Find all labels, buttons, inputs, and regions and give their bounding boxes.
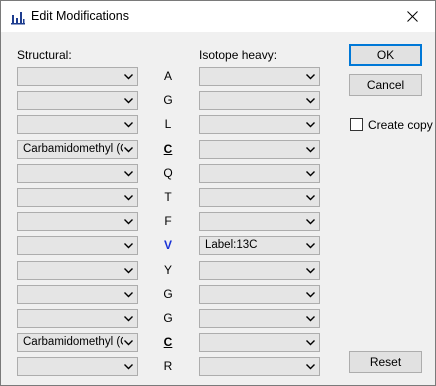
chevron-down-icon xyxy=(124,171,133,177)
structural-mod-select[interactable]: Carbamidomethyl (C) xyxy=(17,140,138,159)
edit-modifications-dialog: Edit Modifications Structural: Isotope h… xyxy=(0,0,436,386)
skyline-app-icon xyxy=(11,12,25,25)
structural-mod-value: Carbamidomethyl (C) xyxy=(23,143,123,155)
heavy-mod-select[interactable] xyxy=(199,261,320,280)
heavy-mod-select[interactable] xyxy=(199,309,320,328)
chevron-down-icon xyxy=(306,292,315,298)
heavy-mod-select[interactable] xyxy=(199,333,320,352)
structural-mod-select[interactable] xyxy=(17,309,138,328)
heavy-mod-select[interactable] xyxy=(199,115,320,134)
amino-acid-label: Y xyxy=(163,263,172,277)
chevron-down-icon xyxy=(306,122,315,128)
create-copy-label[interactable]: Create copy xyxy=(368,118,433,132)
chevron-down-icon xyxy=(124,364,133,370)
amino-acid-label: C xyxy=(163,142,173,156)
chevron-down-icon xyxy=(124,219,133,225)
close-button[interactable] xyxy=(389,1,435,32)
structural-mod-select[interactable] xyxy=(17,357,138,376)
amino-acid-label: L xyxy=(164,117,172,131)
chevron-down-icon xyxy=(306,98,315,104)
heavy-mod-select[interactable] xyxy=(199,357,320,376)
chevron-down-icon xyxy=(124,98,133,104)
structural-mod-select[interactable] xyxy=(17,236,138,255)
structural-label: Structural: xyxy=(17,48,72,62)
chevron-down-icon xyxy=(124,122,133,128)
chevron-down-icon xyxy=(306,171,315,177)
amino-acid-label: G xyxy=(163,311,173,325)
chevron-down-icon xyxy=(124,147,133,153)
amino-acid-label: T xyxy=(164,190,172,204)
create-copy-checkbox[interactable] xyxy=(350,118,363,131)
amino-acid-label: A xyxy=(163,69,172,83)
title-bar: Edit Modifications xyxy=(1,1,435,32)
close-icon xyxy=(406,11,418,22)
amino-acid-label: G xyxy=(163,93,173,107)
ok-button[interactable]: OK xyxy=(349,44,422,66)
chevron-down-icon xyxy=(124,243,133,249)
structural-mod-value: Carbamidomethyl (C) xyxy=(23,336,123,348)
amino-acid-label: C xyxy=(163,335,173,349)
heavy-mod-select[interactable] xyxy=(199,285,320,304)
chevron-down-icon xyxy=(124,316,133,322)
structural-mod-select[interactable] xyxy=(17,261,138,280)
chevron-down-icon xyxy=(124,292,133,298)
chevron-down-icon xyxy=(306,243,315,249)
chevron-down-icon xyxy=(306,364,315,370)
structural-mod-select[interactable] xyxy=(17,67,138,86)
heavy-mod-select[interactable] xyxy=(199,212,320,231)
chevron-down-icon xyxy=(306,316,315,322)
chevron-down-icon xyxy=(306,195,315,201)
chevron-down-icon xyxy=(124,340,133,346)
amino-acid-label: V xyxy=(163,238,172,252)
reset-button[interactable]: Reset xyxy=(349,351,422,373)
heavy-mod-select[interactable]: Label:13C xyxy=(199,236,320,255)
structural-mod-select[interactable] xyxy=(17,115,138,134)
chevron-down-icon xyxy=(306,74,315,80)
heavy-mod-select[interactable] xyxy=(199,67,320,86)
amino-acid-label: R xyxy=(163,359,173,373)
structural-mod-select[interactable] xyxy=(17,188,138,207)
chevron-down-icon xyxy=(124,74,133,80)
chevron-down-icon xyxy=(306,219,315,225)
heavy-mod-select[interactable] xyxy=(199,164,320,183)
heavy-mod-select[interactable] xyxy=(199,91,320,110)
chevron-down-icon xyxy=(306,340,315,346)
amino-acid-label: G xyxy=(163,287,173,301)
isotope-heavy-label: Isotope heavy: xyxy=(199,48,278,62)
structural-mod-select[interactable] xyxy=(17,212,138,231)
heavy-mod-select[interactable] xyxy=(199,140,320,159)
structural-mod-select[interactable] xyxy=(17,91,138,110)
structural-mod-select[interactable] xyxy=(17,164,138,183)
cancel-button[interactable]: Cancel xyxy=(349,74,422,96)
window-title: Edit Modifications xyxy=(31,9,129,23)
structural-mod-select[interactable] xyxy=(17,285,138,304)
amino-acid-label: Q xyxy=(163,166,173,180)
heavy-mod-value: Label:13C xyxy=(205,239,258,251)
structural-mod-select[interactable]: Carbamidomethyl (C) xyxy=(17,333,138,352)
chevron-down-icon xyxy=(306,147,315,153)
chevron-down-icon xyxy=(124,268,133,274)
chevron-down-icon xyxy=(306,268,315,274)
amino-acid-label: F xyxy=(164,214,172,228)
chevron-down-icon xyxy=(124,195,133,201)
heavy-mod-select[interactable] xyxy=(199,188,320,207)
